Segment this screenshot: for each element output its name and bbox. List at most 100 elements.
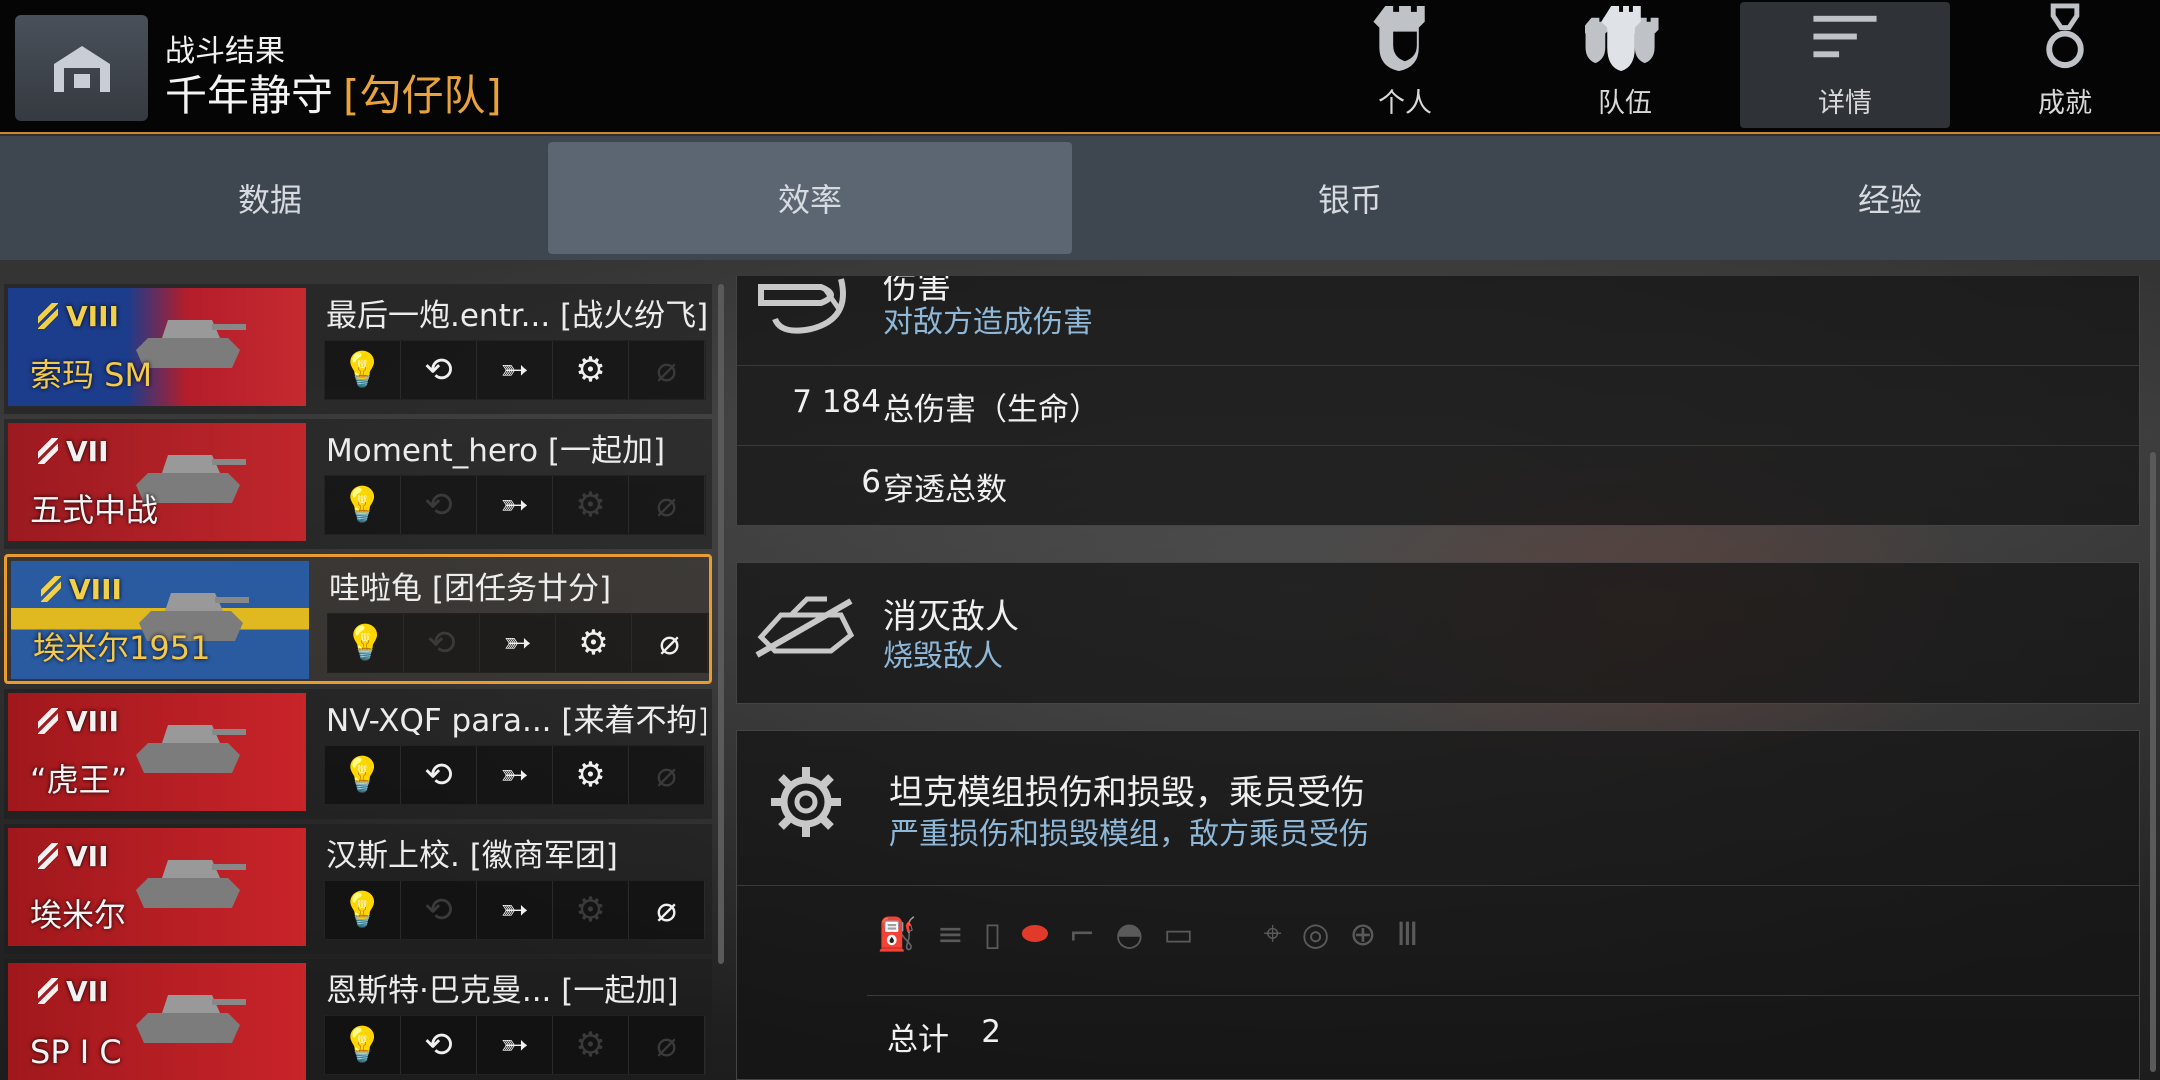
tank-tier: VIII xyxy=(38,300,119,333)
turret-icon: ◓ xyxy=(1115,914,1144,953)
shell-icon: ➳ xyxy=(477,746,553,804)
penetrations-label: 穿透总数 xyxy=(883,472,1007,508)
modules-total-value: 2 xyxy=(981,1014,1001,1050)
total-damage-row: 7 184 总伤害（生命） xyxy=(737,365,2139,445)
player-row[interactable]: VIII 索玛 SM 最后一炮.entr... [战火纷飞] 💡 ⟲ ➳ ⚙ ⌀ xyxy=(4,284,712,414)
tab-achievements-label: 成就 xyxy=(2038,88,2092,119)
player-row[interactable]: VII 埃米尔 汉斯上校. [徽商军团] 💡 ⟲ ➳ ⚙ ⌀ xyxy=(4,824,712,954)
achievement-icons: 💡 ⟲ ➳ ⚙ ⌀ xyxy=(327,613,709,673)
details-scrollbar[interactable] xyxy=(2150,452,2156,1072)
tank-class-icon xyxy=(38,843,58,869)
tank-name: SP I C xyxy=(30,1033,122,1071)
achievement-icons: 💡 ⟲ ➳ ⚙ ⌀ xyxy=(324,1015,706,1075)
tank-name: 索玛 SM xyxy=(30,356,153,394)
player-name: 最后一炮.entr... [战火纷飞] xyxy=(326,298,706,334)
stat-category-tabs: 数据 效率 银币 经验 xyxy=(0,136,2160,260)
spotting-icon: 💡 xyxy=(325,881,401,939)
subtab-data[interactable]: 数据 xyxy=(8,142,532,254)
ammo-icon: ≡ xyxy=(936,914,964,953)
clan-tag: [勾仔队] xyxy=(343,71,502,120)
player-list-scrollbar[interactable] xyxy=(718,284,724,964)
achievement-icons: 💡 ⟲ ➳ ⚙ ⌀ xyxy=(324,475,706,535)
tab-personal[interactable]: 个人 xyxy=(1300,2,1510,128)
personal-icon xyxy=(1373,5,1425,72)
tank-image xyxy=(136,860,246,908)
destroyed-tank-icon: ⌀ xyxy=(629,881,705,939)
tank-image xyxy=(136,725,246,773)
tank-flag-sweden: VIII 埃米尔1951 xyxy=(11,561,309,679)
shell-icon: ➳ xyxy=(480,614,556,672)
shell-icon: ➳ xyxy=(477,476,553,534)
tank-name: 五式中战 xyxy=(30,491,159,529)
player-name: 汉斯上校. [徽商军团] xyxy=(326,838,618,874)
gear-icon: ⚙ xyxy=(553,881,629,939)
player-row[interactable]: VII 五式中战 Moment_hero [一起加] 💡 ⟲ ➳ ⚙ ⌀ xyxy=(4,419,712,549)
tank-tier: VIII xyxy=(38,705,119,738)
tier-label: VIII xyxy=(66,705,119,738)
modules-desc: 严重损伤和损毁模组，敌方乘员受伤 xyxy=(889,817,1369,852)
assist-icon: ⟲ xyxy=(401,746,477,804)
gunner-icon: ⊕ xyxy=(1349,914,1377,953)
medal-icon xyxy=(2046,3,2084,69)
tank-class-icon xyxy=(38,978,58,1004)
commander-icon: ⌖ xyxy=(1263,914,1282,952)
tab-achievements[interactable]: 成就 xyxy=(1960,2,2160,128)
shell-icon: ➳ xyxy=(477,1016,553,1074)
hangar-button[interactable] xyxy=(15,15,148,121)
player-row[interactable]: VIII “虎王” NV-XQF para... [来着不拘] 💡 ⟲ ➳ ⚙ ⌀ xyxy=(4,689,712,819)
spotting-icon: 💡 xyxy=(328,614,404,672)
tank-flag-germany: VII SP I C xyxy=(8,963,306,1080)
spotting-icon: 💡 xyxy=(325,341,401,399)
tank-flag-france: VIII 索玛 SM xyxy=(8,288,306,406)
modules-total-label: 总计 xyxy=(887,1022,949,1058)
tank-name: 埃米尔 xyxy=(30,896,127,934)
player-row[interactable]: VIII 埃米尔1951 哇啦龟 [团任务廿分] 💡 ⟲ ➳ ⚙ ⌀ xyxy=(4,554,712,684)
subtab-credits[interactable]: 银币 xyxy=(1088,142,1612,254)
efficiency-details: 伤害 对敌方造成伤害 7 184 总伤害（生命） 6 穿透总数 消灭敌人 烧毁敌… xyxy=(736,276,2140,1080)
kills-desc: 烧毁敌人 xyxy=(883,639,1003,674)
assist-icon: ⟲ xyxy=(404,614,480,672)
destroyed-tank-icon xyxy=(751,585,861,675)
damage-desc: 对敌方造成伤害 xyxy=(883,305,1093,340)
modules-title: 坦克模组损伤和损毁，乘员受伤 xyxy=(889,773,1365,813)
tank-tier: VII xyxy=(38,975,109,1008)
gear-icon: ⚙ xyxy=(556,614,632,672)
loader-icon: Ⅲ xyxy=(1396,914,1419,953)
tank-image xyxy=(136,995,246,1043)
destroyed-tank-icon: ⌀ xyxy=(632,614,708,672)
tier-label: VIII xyxy=(69,573,122,606)
tab-team[interactable]: 队伍 xyxy=(1520,2,1730,128)
assist-icon: ⟲ xyxy=(401,476,477,534)
tank-name: 埃米尔1951 xyxy=(33,629,211,667)
tank-tier: VII xyxy=(38,435,109,468)
total-damage-value: 7 184 xyxy=(792,384,881,420)
modules-panel: 坦克模组损伤和损毁，乘员受伤 严重损伤和损毁模组，敌方乘员受伤 ⛽ ≡ ▯ ⬬ … xyxy=(736,730,2140,1080)
spotting-icon: 💡 xyxy=(325,476,401,534)
achievement-icons: 💡 ⟲ ➳ ⚙ ⌀ xyxy=(324,880,706,940)
destroyed-tank-icon: ⌀ xyxy=(629,746,705,804)
map-title: 千年静守 [勾仔队] xyxy=(165,62,502,123)
total-damage-label: 总伤害（生命） xyxy=(883,392,1100,428)
subtab-experience[interactable]: 经验 xyxy=(1628,142,2152,254)
assist-icon: ⟲ xyxy=(401,881,477,939)
tab-details-label: 详情 xyxy=(1818,88,1872,119)
assist-icon: ⟲ xyxy=(401,341,477,399)
tier-label: VII xyxy=(66,435,109,468)
engine-icon: ⛽ xyxy=(877,914,917,953)
destroyed-tank-icon: ⌀ xyxy=(629,341,705,399)
result-tabs: 个人 队伍 详情 成就 xyxy=(1290,2,2160,130)
map-name: 千年静守 xyxy=(165,71,334,120)
driver-icon: ◎ xyxy=(1301,914,1330,953)
tank-class-icon xyxy=(38,303,58,329)
tab-personal-label: 个人 xyxy=(1378,88,1432,119)
player-row[interactable]: VII SP I C 恩斯特·巴克曼... [一起加] 💡 ⟲ ➳ ⚙ ⌀ xyxy=(4,959,712,1080)
gear-icon: ⚙ xyxy=(553,746,629,804)
modules-total-row: 2 总计 xyxy=(867,995,2140,1075)
fuel-icon: ▯ xyxy=(983,914,1002,953)
tank-flag-japan: VII 五式中战 xyxy=(8,423,306,541)
penetrations-value: 6 xyxy=(861,464,881,500)
tab-details[interactable]: 详情 xyxy=(1740,2,1950,128)
tank-class-icon xyxy=(41,576,61,602)
subtab-efficiency[interactable]: 效率 xyxy=(548,142,1072,254)
damage-panel: 伤害 对敌方造成伤害 7 184 总伤害（生命） 6 穿透总数 xyxy=(736,276,2140,526)
